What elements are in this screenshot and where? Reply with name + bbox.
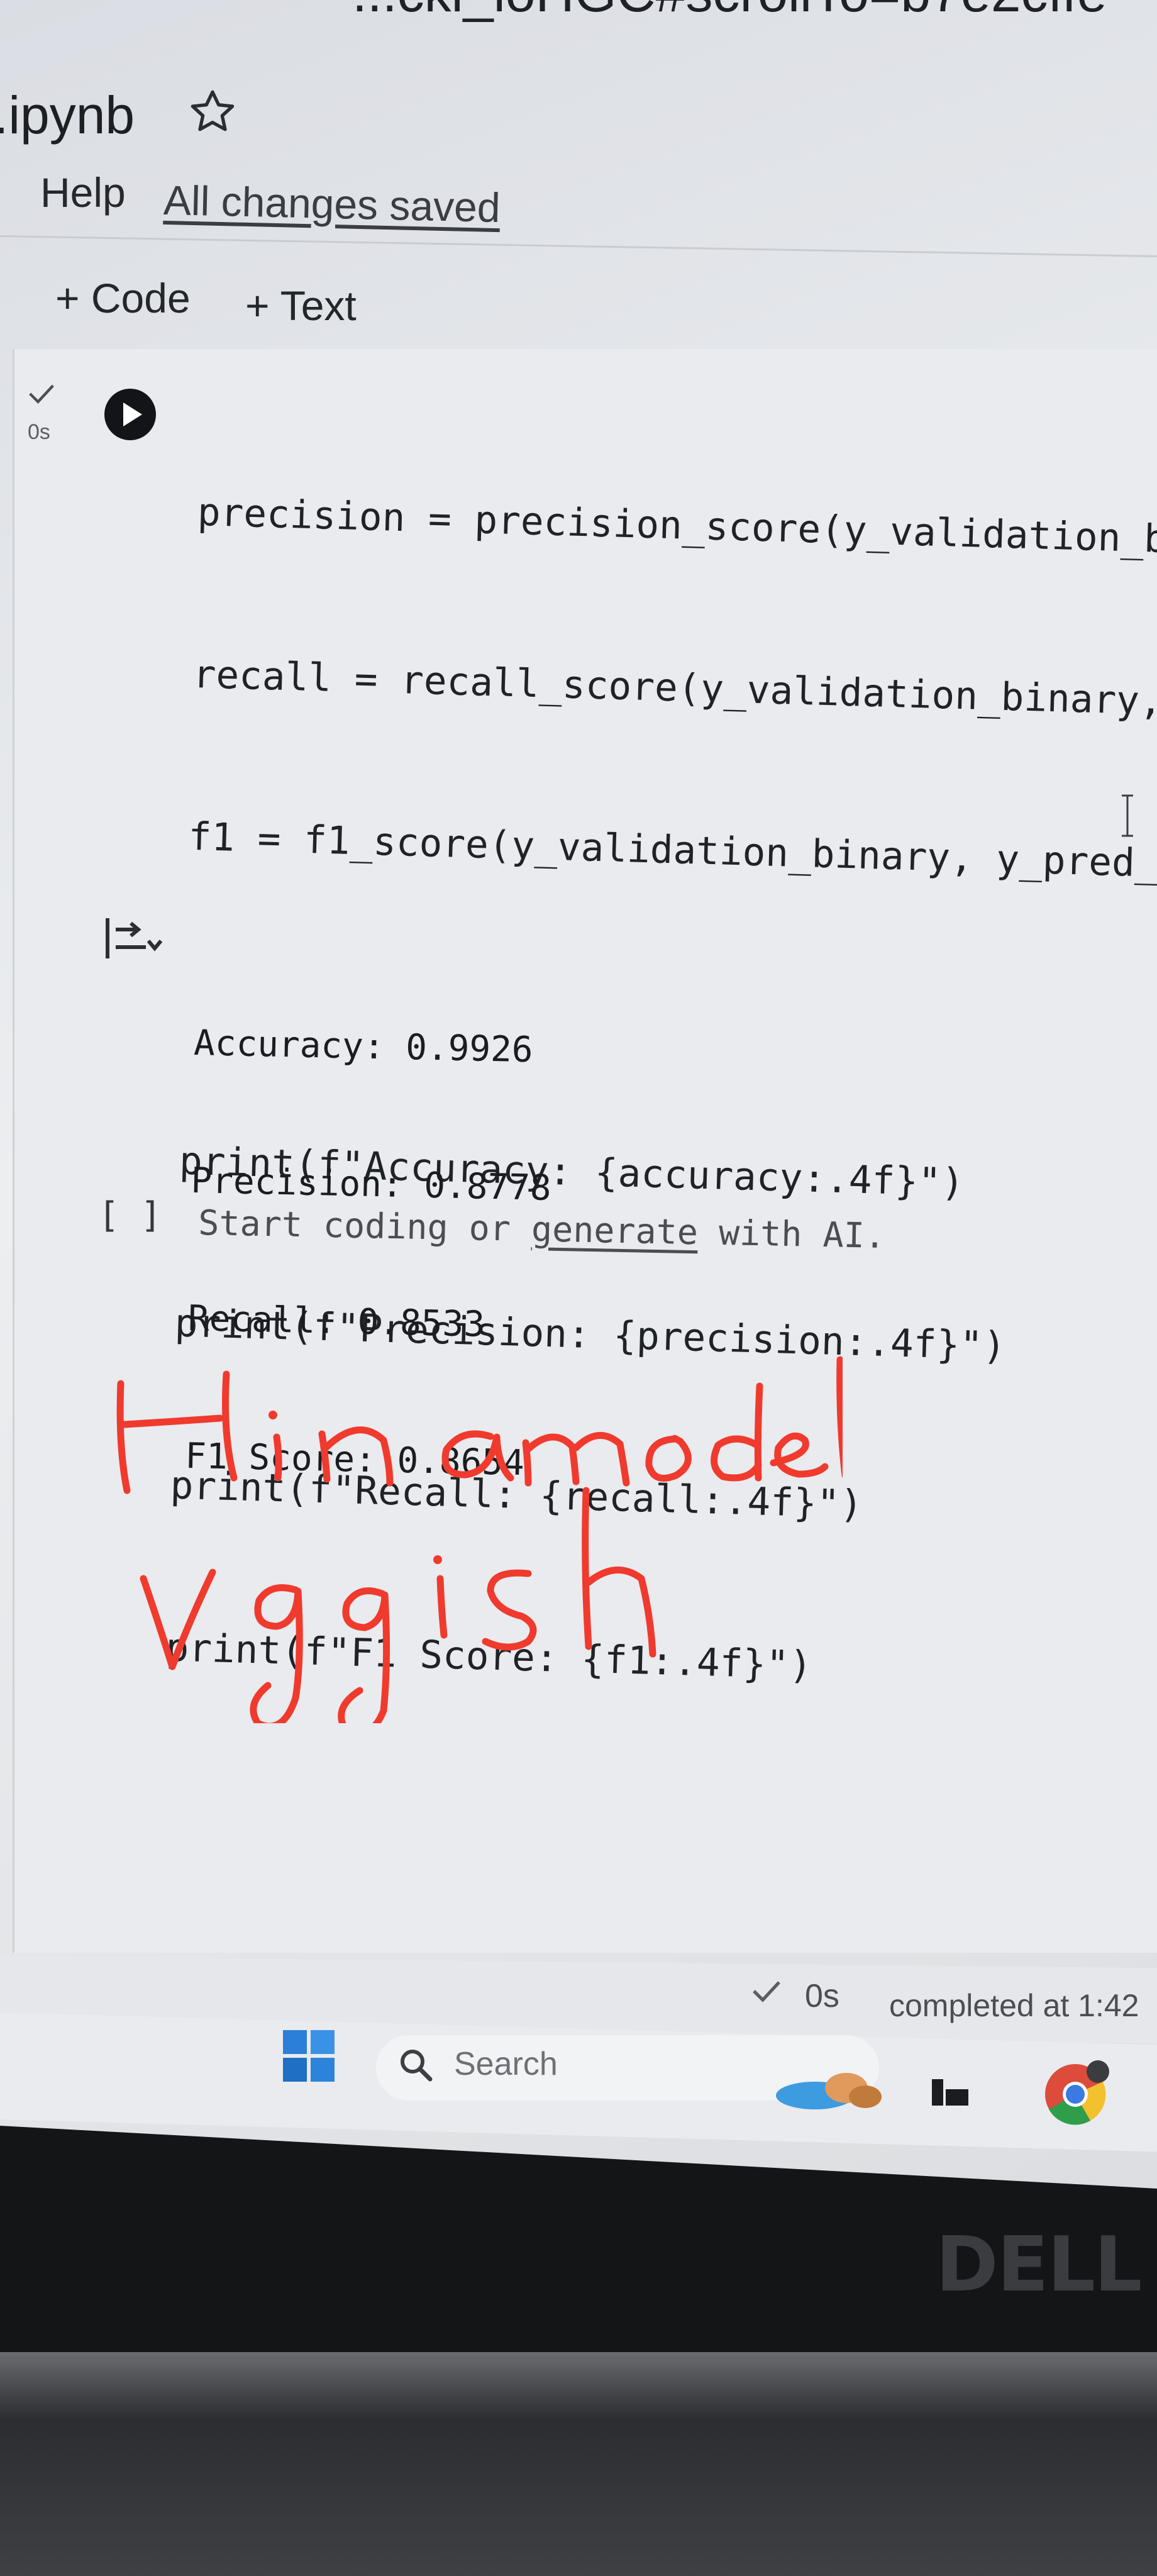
prompt-text: Start coding or	[197, 1202, 532, 1250]
status-exec-time: 0s	[805, 1978, 839, 2014]
empty-cell-run-indicator[interactable]: [ ]	[98, 1195, 162, 1236]
code-line: recall = recall_score(y_validation_binar…	[192, 652, 1157, 725]
taskview-icon[interactable]	[928, 2073, 972, 2111]
prompt-text: with AI.	[697, 1212, 886, 1256]
check-icon	[753, 1981, 780, 2002]
weather-widget-icon[interactable]	[771, 2063, 890, 2113]
browser-url[interactable]: ...cki_loHGC#scrollTo=b7e2cffe-	[352, 0, 1125, 25]
menu-help[interactable]: Help	[40, 169, 126, 216]
run-cell-button[interactable]	[104, 389, 156, 440]
save-status[interactable]: All changes saved	[163, 176, 501, 231]
search-icon	[401, 2050, 433, 2082]
code-line: f1 = f1_score(y_validation_binary, y_pre…	[187, 814, 1157, 887]
play-icon	[123, 402, 142, 426]
search-label: Search	[454, 2046, 558, 2082]
windows-start-icon[interactable]	[280, 2028, 337, 2084]
output-toggle-icon[interactable]	[102, 913, 162, 963]
status-completed: completed at 1:42	[889, 1988, 1139, 2023]
cell-exec-time: 0s	[28, 420, 50, 444]
add-code-button[interactable]: + Code	[55, 274, 191, 322]
chrome-icon[interactable]	[1038, 2057, 1113, 2132]
generate-link[interactable]: generate	[531, 1209, 698, 1252]
handwritten-annotation	[116, 1356, 843, 1723]
notebook-title[interactable]: .ipynb	[0, 85, 135, 146]
brand-logo: DELL	[936, 2221, 1143, 2309]
text-cursor-icon	[1122, 794, 1133, 837]
star-icon[interactable]	[187, 87, 238, 137]
check-icon	[29, 384, 54, 404]
output-line: Accuracy: 0.9926	[193, 1022, 534, 1071]
code-line: precision = precision_score(y_validation…	[197, 489, 1157, 564]
laptop-keyboard-deck	[0, 2352, 1157, 2576]
add-text-button[interactable]: + Text	[245, 282, 357, 330]
